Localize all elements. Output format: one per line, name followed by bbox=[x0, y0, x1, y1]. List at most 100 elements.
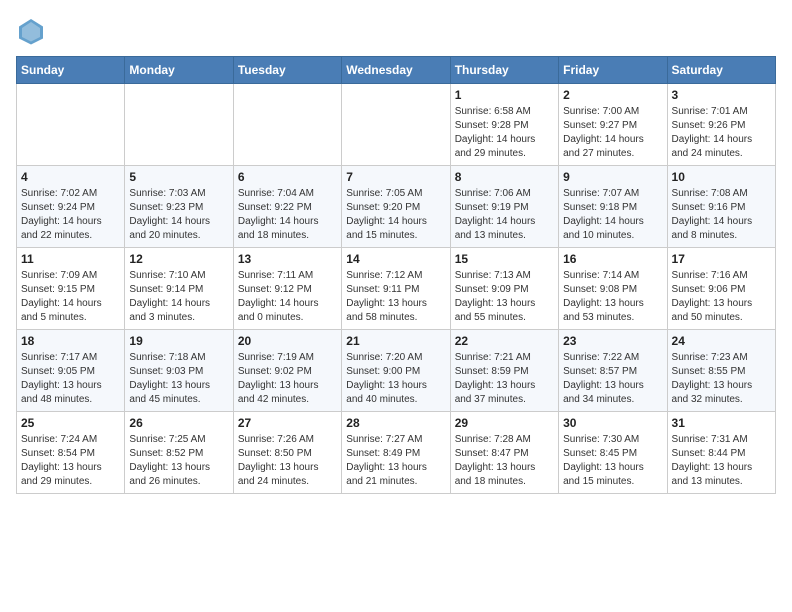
day-number: 29 bbox=[455, 416, 554, 430]
calendar-day-cell bbox=[17, 84, 125, 166]
calendar-day-cell: 19 Sunrise: 7:18 AM Sunset: 9:03 PM Dayli… bbox=[125, 330, 233, 412]
weekday-header: Monday bbox=[125, 57, 233, 84]
logo bbox=[16, 16, 50, 46]
day-info: Sunrise: 7:22 AM Sunset: 8:57 PM Dayligh… bbox=[563, 351, 662, 407]
day-number: 24 bbox=[672, 334, 771, 348]
weekday-row: SundayMondayTuesdayWednesdayThursdayFrid… bbox=[17, 57, 776, 84]
day-number: 6 bbox=[238, 170, 337, 184]
weekday-header: Tuesday bbox=[233, 57, 341, 84]
calendar-header: SundayMondayTuesdayWednesdayThursdayFrid… bbox=[17, 57, 776, 84]
calendar-day-cell: 26 Sunrise: 7:25 AM Sunset: 8:52 PM Dayli… bbox=[125, 412, 233, 494]
day-info: Sunrise: 7:21 AM Sunset: 8:59 PM Dayligh… bbox=[455, 351, 554, 407]
calendar-day-cell: 18Sunrise: 7:17 AM Sunset: 9:05 PM Dayli… bbox=[17, 330, 125, 412]
day-number: 22 bbox=[455, 334, 554, 348]
calendar-week-row: 25 Sunrise: 7:24 AM Sunset: 8:54 PM Dayli… bbox=[17, 412, 776, 494]
day-info: Sunrise: 7:08 AM Sunset: 9:16 PM Dayligh… bbox=[672, 187, 771, 243]
calendar-day-cell: 1 Sunrise: 6:58 AM Sunset: 9:28 PM Daylig… bbox=[450, 84, 558, 166]
calendar-day-cell: 21 Sunrise: 7:20 AM Sunset: 9:00 PM Dayli… bbox=[342, 330, 450, 412]
calendar-body: 1 Sunrise: 6:58 AM Sunset: 9:28 PM Daylig… bbox=[17, 84, 776, 494]
day-number: 12 bbox=[129, 252, 228, 266]
day-number: 13 bbox=[238, 252, 337, 266]
calendar-day-cell: 24 Sunrise: 7:23 AM Sunset: 8:55 PM Dayli… bbox=[667, 330, 775, 412]
weekday-header: Friday bbox=[559, 57, 667, 84]
calendar-day-cell bbox=[342, 84, 450, 166]
calendar-day-cell: 13 Sunrise: 7:11 AM Sunset: 9:12 PM Dayli… bbox=[233, 248, 341, 330]
calendar-week-row: 4 Sunrise: 7:02 AM Sunset: 9:24 PM Daylig… bbox=[17, 166, 776, 248]
day-number: 4 bbox=[21, 170, 120, 184]
day-info: Sunrise: 7:23 AM Sunset: 8:55 PM Dayligh… bbox=[672, 351, 771, 407]
calendar-week-row: 11Sunrise: 7:09 AM Sunset: 9:15 PM Dayli… bbox=[17, 248, 776, 330]
day-number: 30 bbox=[563, 416, 662, 430]
calendar-day-cell: 12 Sunrise: 7:10 AM Sunset: 9:14 PM Dayli… bbox=[125, 248, 233, 330]
weekday-header: Wednesday bbox=[342, 57, 450, 84]
day-info: Sunrise: 7:11 AM Sunset: 9:12 PM Dayligh… bbox=[238, 269, 337, 325]
day-number: 9 bbox=[563, 170, 662, 184]
calendar-day-cell: 20 Sunrise: 7:19 AM Sunset: 9:02 PM Dayli… bbox=[233, 330, 341, 412]
calendar-day-cell: 15 Sunrise: 7:13 AM Sunset: 9:09 PM Dayli… bbox=[450, 248, 558, 330]
calendar-day-cell: 5Sunrise: 7:03 AM Sunset: 9:23 PM Daylig… bbox=[125, 166, 233, 248]
day-info: Sunrise: 7:28 AM Sunset: 8:47 PM Dayligh… bbox=[455, 433, 554, 489]
weekday-header: Saturday bbox=[667, 57, 775, 84]
day-number: 28 bbox=[346, 416, 445, 430]
calendar-week-row: 18Sunrise: 7:17 AM Sunset: 9:05 PM Dayli… bbox=[17, 330, 776, 412]
weekday-header: Thursday bbox=[450, 57, 558, 84]
calendar-day-cell: 17 Sunrise: 7:16 AM Sunset: 9:06 PM Dayli… bbox=[667, 248, 775, 330]
calendar-day-cell: 11Sunrise: 7:09 AM Sunset: 9:15 PM Dayli… bbox=[17, 248, 125, 330]
day-number: 17 bbox=[672, 252, 771, 266]
calendar-day-cell: 25 Sunrise: 7:24 AM Sunset: 8:54 PM Dayli… bbox=[17, 412, 125, 494]
calendar-day-cell: 31 Sunrise: 7:31 AM Sunset: 8:44 PM Dayli… bbox=[667, 412, 775, 494]
day-info: Sunrise: 7:25 AM Sunset: 8:52 PM Dayligh… bbox=[129, 433, 228, 489]
calendar-day-cell: 4 Sunrise: 7:02 AM Sunset: 9:24 PM Daylig… bbox=[17, 166, 125, 248]
day-number: 25 bbox=[21, 416, 120, 430]
calendar-day-cell: 14 Sunrise: 7:12 AM Sunset: 9:11 PM Dayli… bbox=[342, 248, 450, 330]
day-info: Sunrise: 7:31 AM Sunset: 8:44 PM Dayligh… bbox=[672, 433, 771, 489]
day-info: Sunrise: 7:00 AM Sunset: 9:27 PM Dayligh… bbox=[563, 105, 662, 161]
calendar-day-cell: 29 Sunrise: 7:28 AM Sunset: 8:47 PM Dayli… bbox=[450, 412, 558, 494]
day-info: Sunrise: 7:26 AM Sunset: 8:50 PM Dayligh… bbox=[238, 433, 337, 489]
day-number: 16 bbox=[563, 252, 662, 266]
day-info: Sunrise: 7:18 AM Sunset: 9:03 PM Dayligh… bbox=[129, 351, 228, 407]
weekday-header: Sunday bbox=[17, 57, 125, 84]
calendar-day-cell: 28 Sunrise: 7:27 AM Sunset: 8:49 PM Dayli… bbox=[342, 412, 450, 494]
day-info: Sunrise: 7:27 AM Sunset: 8:49 PM Dayligh… bbox=[346, 433, 445, 489]
day-number: 26 bbox=[129, 416, 228, 430]
calendar-day-cell bbox=[233, 84, 341, 166]
day-number: 7 bbox=[346, 170, 445, 184]
day-info: Sunrise: 7:02 AM Sunset: 9:24 PM Dayligh… bbox=[21, 187, 120, 243]
calendar-day-cell: 16 Sunrise: 7:14 AM Sunset: 9:08 PM Dayli… bbox=[559, 248, 667, 330]
day-info: Sunrise: 7:24 AM Sunset: 8:54 PM Dayligh… bbox=[21, 433, 120, 489]
day-number: 21 bbox=[346, 334, 445, 348]
day-info: Sunrise: 7:19 AM Sunset: 9:02 PM Dayligh… bbox=[238, 351, 337, 407]
calendar-day-cell: 23 Sunrise: 7:22 AM Sunset: 8:57 PM Dayli… bbox=[559, 330, 667, 412]
day-info: Sunrise: 7:06 AM Sunset: 9:19 PM Dayligh… bbox=[455, 187, 554, 243]
day-number: 1 bbox=[455, 88, 554, 102]
day-number: 5 bbox=[129, 170, 228, 184]
calendar-day-cell: 27Sunrise: 7:26 AM Sunset: 8:50 PM Dayli… bbox=[233, 412, 341, 494]
calendar-day-cell: 3Sunrise: 7:01 AM Sunset: 9:26 PM Daylig… bbox=[667, 84, 775, 166]
day-number: 31 bbox=[672, 416, 771, 430]
calendar-day-cell: 9 Sunrise: 7:07 AM Sunset: 9:18 PM Daylig… bbox=[559, 166, 667, 248]
day-info: Sunrise: 7:07 AM Sunset: 9:18 PM Dayligh… bbox=[563, 187, 662, 243]
day-info: Sunrise: 7:09 AM Sunset: 9:15 PM Dayligh… bbox=[21, 269, 120, 325]
day-number: 19 bbox=[129, 334, 228, 348]
day-info: Sunrise: 7:14 AM Sunset: 9:08 PM Dayligh… bbox=[563, 269, 662, 325]
day-number: 20 bbox=[238, 334, 337, 348]
calendar-day-cell: 8 Sunrise: 7:06 AM Sunset: 9:19 PM Daylig… bbox=[450, 166, 558, 248]
day-info: Sunrise: 6:58 AM Sunset: 9:28 PM Dayligh… bbox=[455, 105, 554, 161]
day-number: 23 bbox=[563, 334, 662, 348]
calendar-table: SundayMondayTuesdayWednesdayThursdayFrid… bbox=[16, 56, 776, 494]
calendar-day-cell: 22 Sunrise: 7:21 AM Sunset: 8:59 PM Dayli… bbox=[450, 330, 558, 412]
day-info: Sunrise: 7:05 AM Sunset: 9:20 PM Dayligh… bbox=[346, 187, 445, 243]
day-info: Sunrise: 7:16 AM Sunset: 9:06 PM Dayligh… bbox=[672, 269, 771, 325]
day-info: Sunrise: 7:12 AM Sunset: 9:11 PM Dayligh… bbox=[346, 269, 445, 325]
calendar-day-cell: 7 Sunrise: 7:05 AM Sunset: 9:20 PM Daylig… bbox=[342, 166, 450, 248]
day-number: 8 bbox=[455, 170, 554, 184]
calendar-week-row: 1 Sunrise: 6:58 AM Sunset: 9:28 PM Daylig… bbox=[17, 84, 776, 166]
day-number: 15 bbox=[455, 252, 554, 266]
day-number: 14 bbox=[346, 252, 445, 266]
day-info: Sunrise: 7:20 AM Sunset: 9:00 PM Dayligh… bbox=[346, 351, 445, 407]
day-info: Sunrise: 7:13 AM Sunset: 9:09 PM Dayligh… bbox=[455, 269, 554, 325]
day-number: 18 bbox=[21, 334, 120, 348]
day-info: Sunrise: 7:10 AM Sunset: 9:14 PM Dayligh… bbox=[129, 269, 228, 325]
calendar-day-cell: 10Sunrise: 7:08 AM Sunset: 9:16 PM Dayli… bbox=[667, 166, 775, 248]
